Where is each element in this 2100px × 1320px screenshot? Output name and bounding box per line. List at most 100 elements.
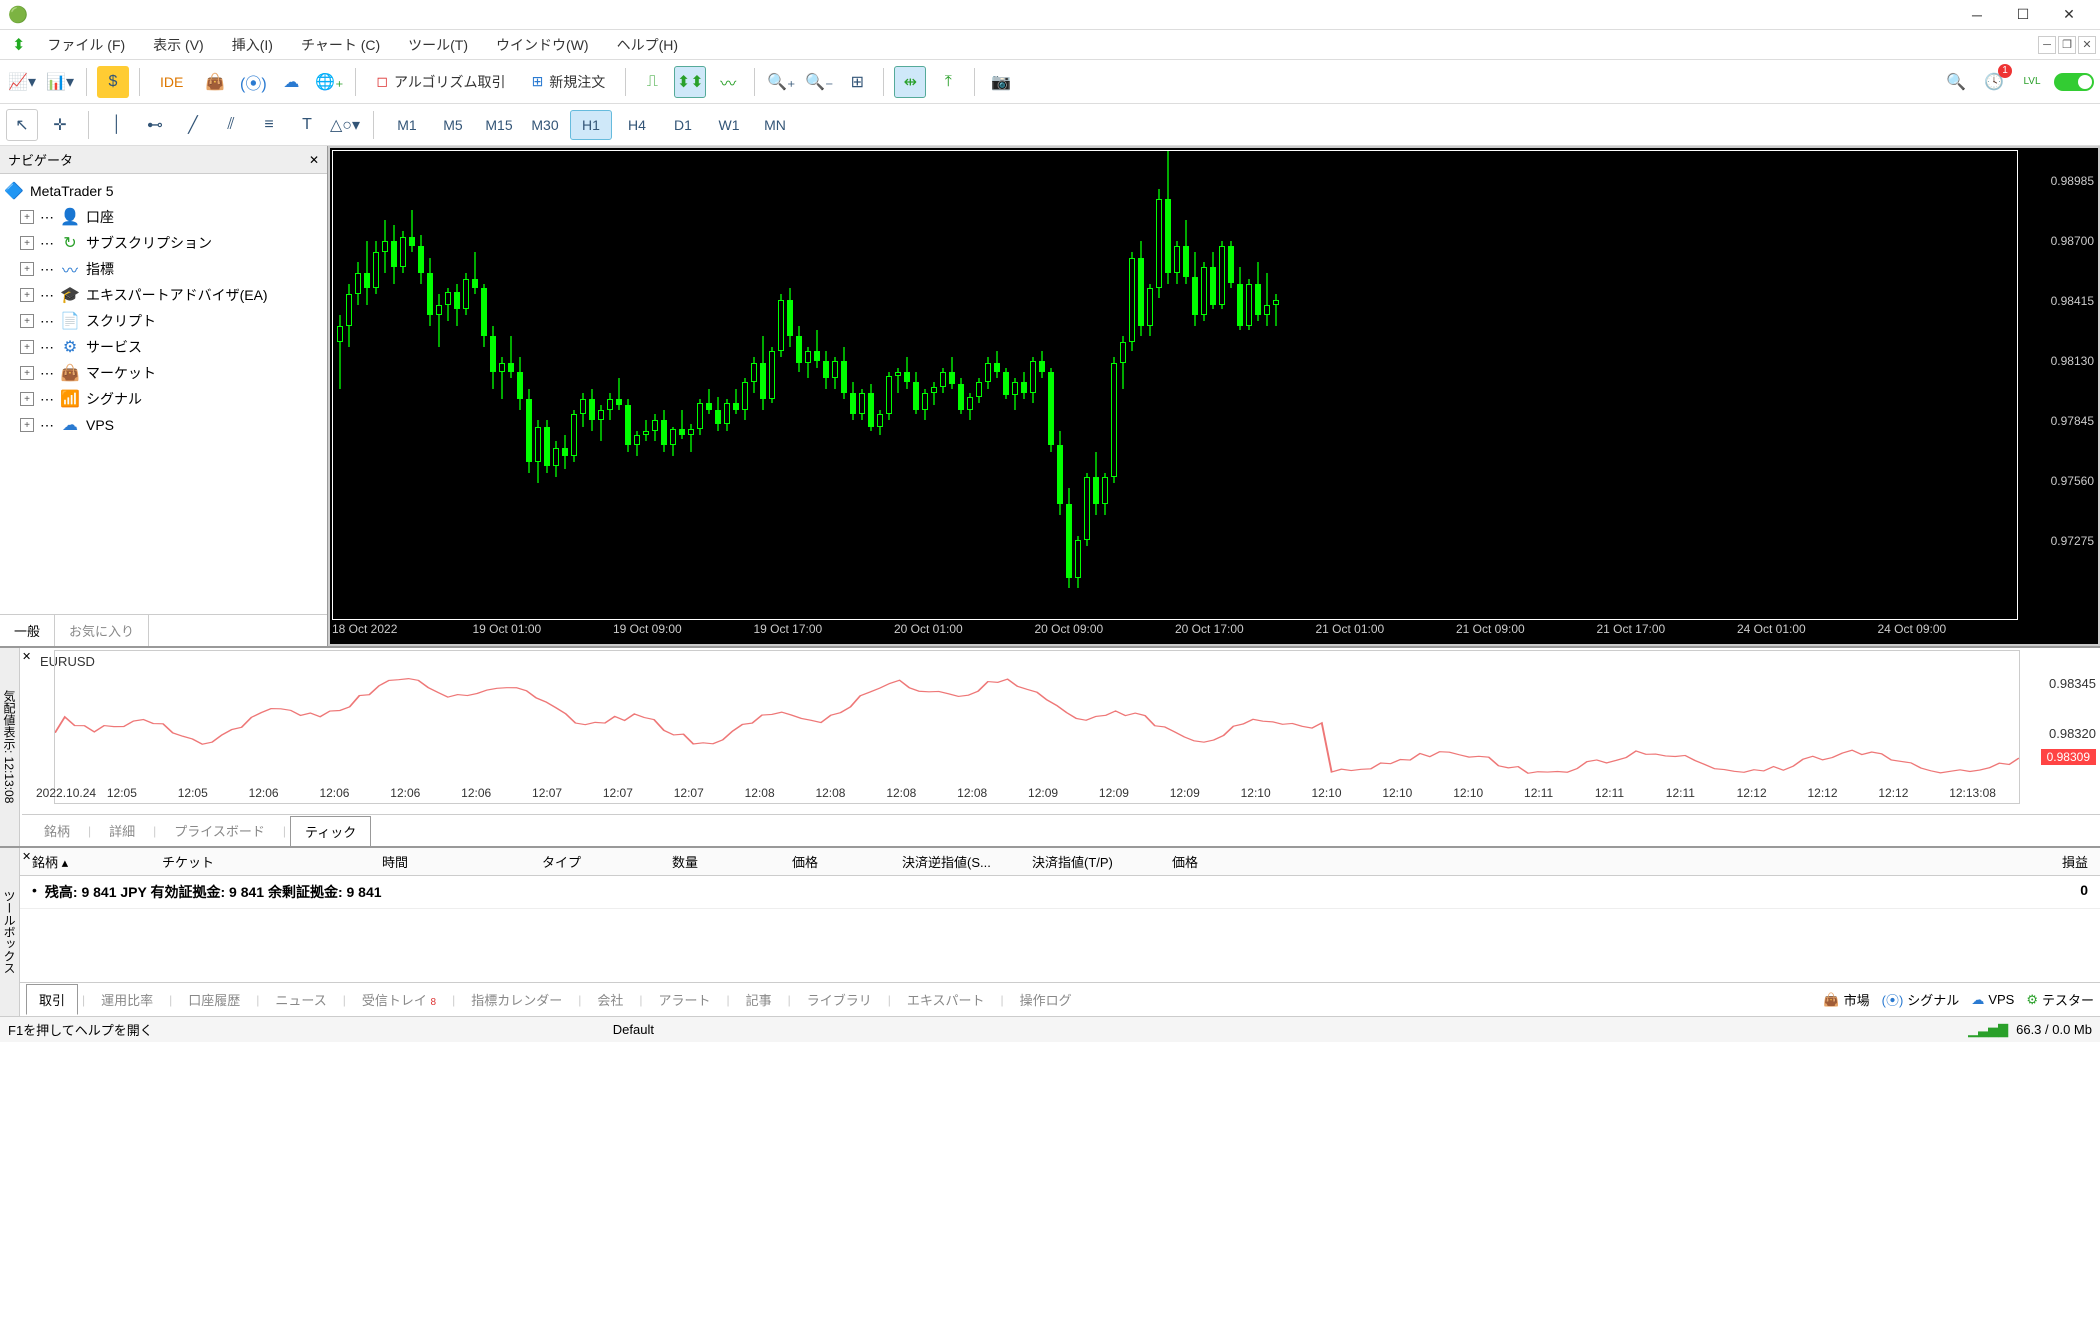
timeframe-W1[interactable]: W1 xyxy=(708,110,750,140)
mw-tab-2[interactable]: プライスボード xyxy=(160,816,279,845)
tester-link[interactable]: ⚙ テスター xyxy=(2026,990,2094,1009)
hline-button[interactable]: ⊷ xyxy=(139,109,171,141)
mdi-close-button[interactable]: ✕ xyxy=(2078,36,2096,54)
expand-icon[interactable]: + xyxy=(20,210,34,224)
col-header-3[interactable]: タイプ xyxy=(530,852,660,871)
vps-link[interactable]: ☁ VPS xyxy=(1971,992,2014,1008)
expand-icon[interactable]: + xyxy=(20,288,34,302)
expand-icon[interactable]: + xyxy=(20,314,34,328)
new-order-button[interactable]: ⊞新規注文 xyxy=(522,66,616,98)
status-connection[interactable]: 66.3 / 0.0 Mb xyxy=(2016,1022,2092,1037)
col-header-8[interactable]: 価格 xyxy=(1160,852,1420,871)
tree-item-3[interactable]: +⋯🎓エキスパートアドバイザ(EA) xyxy=(0,282,327,308)
tb-tab-3[interactable]: ニュース xyxy=(263,985,338,1014)
expand-icon[interactable]: + xyxy=(20,340,34,354)
market-link[interactable]: 👜 市場 xyxy=(1823,990,1869,1009)
shapes-dropdown[interactable]: △○▾ xyxy=(329,109,361,141)
col-header-1[interactable]: チケット xyxy=(150,852,370,871)
tree-item-6[interactable]: +⋯👜マーケット xyxy=(0,360,327,386)
tab-general[interactable]: 一般 xyxy=(0,615,55,646)
shift-button[interactable]: ⤒ xyxy=(932,66,964,98)
expand-icon[interactable]: + xyxy=(20,262,34,276)
menu-window[interactable]: ウインドウ(W) xyxy=(482,31,603,59)
tile-button[interactable]: ⊞ xyxy=(841,66,873,98)
tb-tab-11[interactable]: 操作ログ xyxy=(1008,985,1084,1014)
notifications-icon[interactable]: 🕓1 xyxy=(1978,66,2010,98)
fibo-button[interactable]: ≡ xyxy=(253,109,285,141)
timeframe-M30[interactable]: M30 xyxy=(524,110,566,140)
timeframe-M1[interactable]: M1 xyxy=(386,110,428,140)
expand-icon[interactable]: + xyxy=(20,366,34,380)
timeframe-MN[interactable]: MN xyxy=(754,110,796,140)
tb-tab-10[interactable]: エキスパート xyxy=(895,985,997,1014)
menu-help[interactable]: ヘルプ(H) xyxy=(603,31,692,59)
expand-icon[interactable]: + xyxy=(20,392,34,406)
tree-item-5[interactable]: +⋯⚙サービス xyxy=(0,334,327,360)
tab-favorites[interactable]: お気に入り xyxy=(55,615,149,646)
market-icon[interactable]: 👜 xyxy=(199,66,231,98)
tree-item-4[interactable]: +⋯📄スクリプト xyxy=(0,308,327,334)
timeframe-H4[interactable]: H4 xyxy=(616,110,658,140)
zoom-in-button[interactable]: 🔍₊ xyxy=(765,66,797,98)
col-header-2[interactable]: 時間 xyxy=(370,852,530,871)
timeframe-D1[interactable]: D1 xyxy=(662,110,704,140)
mw-tab-3[interactable]: ティック xyxy=(290,816,371,847)
chart-type-dropdown[interactable]: 📊▾ xyxy=(44,66,76,98)
tb-tab-6[interactable]: 会社 xyxy=(585,985,635,1014)
menu-insert[interactable]: 挿入(I) xyxy=(218,31,287,59)
autotrade-switch[interactable] xyxy=(2054,73,2094,91)
status-profile[interactable]: Default xyxy=(613,1022,654,1037)
dollar-button[interactable]: $ xyxy=(97,66,129,98)
col-header-9[interactable]: 損益 xyxy=(2050,852,2100,871)
mdi-restore-button[interactable]: ❐ xyxy=(2058,36,2076,54)
window-minimize-button[interactable]: ─ xyxy=(1954,0,2000,30)
expand-icon[interactable]: + xyxy=(20,236,34,250)
col-header-5[interactable]: 価格 xyxy=(780,852,890,871)
col-header-6[interactable]: 決済逆指値(S... xyxy=(890,852,1020,871)
tb-tab-4[interactable]: 受信トレイ 8 xyxy=(350,985,448,1014)
ide-button[interactable]: IDE xyxy=(150,66,193,98)
equidistant-button[interactable]: ⫽ xyxy=(215,109,247,141)
candle-chart-button[interactable]: ⬍⬍ xyxy=(674,66,706,98)
tree-item-2[interactable]: +⋯〰指標 xyxy=(0,256,327,282)
signals-icon[interactable]: (⦿) xyxy=(237,66,269,98)
vline-button[interactable]: │ xyxy=(101,109,133,141)
globe-plus-icon[interactable]: 🌐₊ xyxy=(313,66,345,98)
line-type-dropdown[interactable]: 📈▾ xyxy=(6,66,38,98)
chart-area[interactable]: 0.989850.987000.984150.981300.978450.975… xyxy=(328,146,2100,646)
col-header-7[interactable]: 決済指値(T/P) xyxy=(1020,852,1160,871)
cursor-button[interactable]: ↖ xyxy=(6,109,38,141)
trendline-button[interactable]: ╱ xyxy=(177,109,209,141)
text-button[interactable]: T xyxy=(291,109,323,141)
timeframe-M15[interactable]: M15 xyxy=(478,110,520,140)
tree-item-8[interactable]: +⋯☁VPS xyxy=(0,412,327,438)
menu-tool[interactable]: ツール(T) xyxy=(394,31,482,59)
tick-chart[interactable] xyxy=(54,650,2020,804)
level-icon[interactable]: LVL xyxy=(2016,66,2048,98)
market-watch-close-button[interactable]: ✕ xyxy=(22,650,31,663)
zoom-out-button[interactable]: 🔍₋ xyxy=(803,66,835,98)
tree-item-0[interactable]: +⋯👤口座 xyxy=(0,204,327,230)
line-chart-button[interactable]: 〰 xyxy=(712,66,744,98)
window-close-button[interactable]: ✕ xyxy=(2046,0,2092,30)
tb-tab-9[interactable]: ライブラリ xyxy=(795,985,884,1014)
tb-tab-5[interactable]: 指標カレンダー xyxy=(459,985,574,1014)
camera-icon[interactable]: 📷 xyxy=(985,66,1017,98)
tree-item-7[interactable]: +⋯📶シグナル xyxy=(0,386,327,412)
crosshair-button[interactable]: ✛ xyxy=(44,109,76,141)
tb-tab-8[interactable]: 記事 xyxy=(734,985,784,1014)
timeframe-M5[interactable]: M5 xyxy=(432,110,474,140)
tb-tab-1[interactable]: 運用比率 xyxy=(89,985,165,1014)
menu-view[interactable]: 表示 (V) xyxy=(139,31,218,59)
col-header-4[interactable]: 数量 xyxy=(660,852,780,871)
toolbox-close-button[interactable]: ✕ xyxy=(22,850,31,863)
toolbox-column-headers[interactable]: 銘柄 ▴チケット時間タイプ数量価格決済逆指値(S...決済指値(T/P)価格損益 xyxy=(20,848,2100,876)
mdi-minimize-button[interactable]: ─ xyxy=(2038,36,2056,54)
menu-file[interactable]: ファイル (F) xyxy=(33,31,139,59)
navigator-close-button[interactable]: ✕ xyxy=(309,153,319,167)
mw-tab-1[interactable]: 詳細 xyxy=(95,816,149,845)
tree-item-1[interactable]: +⋯↻サブスクリプション xyxy=(0,230,327,256)
col-header-0[interactable]: 銘柄 ▴ xyxy=(20,852,150,871)
menu-chart[interactable]: チャート (C) xyxy=(287,31,394,59)
window-maximize-button[interactable]: ☐ xyxy=(2000,0,2046,30)
